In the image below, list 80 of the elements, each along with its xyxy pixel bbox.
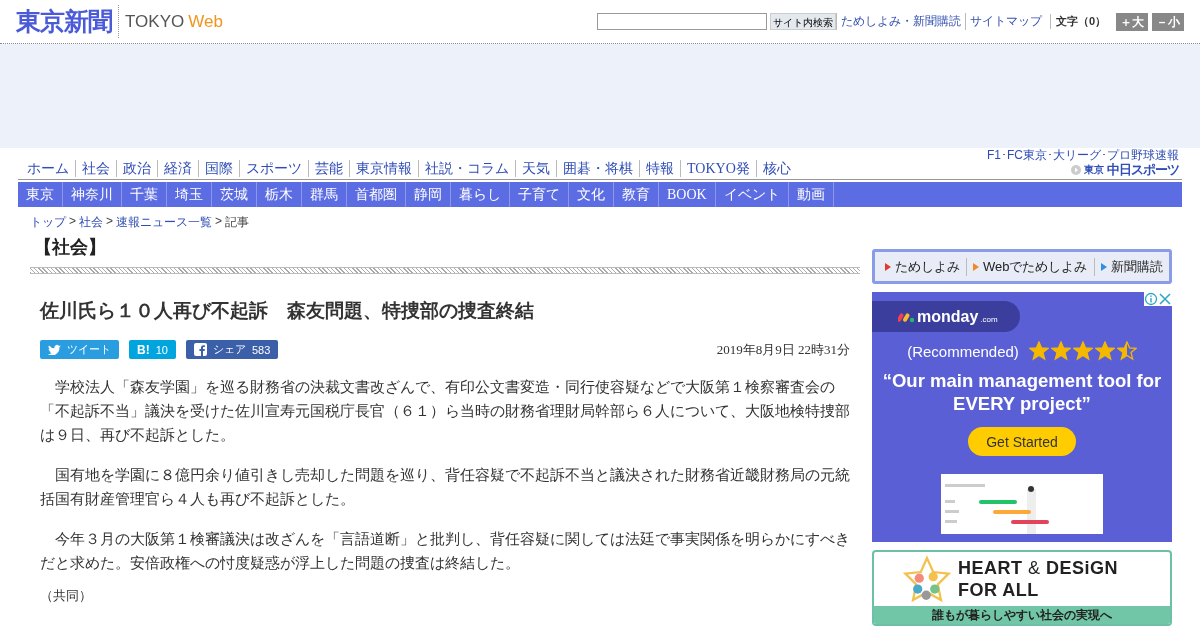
close-icon (1158, 292, 1172, 306)
region-tab[interactable]: 神奈川 (63, 182, 122, 207)
nav-link[interactable]: TOKYO発 (681, 160, 757, 177)
share-button[interactable]: シェア 583 (185, 340, 279, 359)
article-credit: （共同） (40, 587, 93, 605)
star-icon (1116, 341, 1137, 361)
region-tab[interactable]: 栃木 (257, 182, 302, 207)
ad-text: (Recommended) (907, 342, 1019, 360)
header-link[interactable]: サイトマップ (964, 13, 1046, 30)
region-tab[interactable]: 千葉 (122, 182, 167, 207)
bird-icon (48, 344, 61, 355)
nav-link[interactable]: 政治 (117, 160, 158, 177)
subscribe-link[interactable]: ためしよみ (879, 257, 967, 276)
nav-link[interactable]: 特報 (640, 160, 681, 177)
region-tab[interactable]: 暮らし (451, 182, 510, 207)
region-tab[interactable]: 動画 (788, 182, 834, 207)
region-tab[interactable]: 静岡 (406, 182, 451, 207)
font-size-label: 文字（0） (1049, 14, 1106, 29)
flower-logo-icon (902, 555, 952, 603)
logo-subtext: TOKYO (125, 11, 185, 32)
breadcrumb-current: 記事 (225, 214, 250, 231)
ad-headline: “Our main management tool for EVERY project” (881, 369, 1163, 415)
region-tab[interactable]: 埼玉 (167, 182, 212, 207)
font-size-button[interactable]: ＋大 (1116, 12, 1148, 31)
nav-link[interactable]: 天気 (516, 160, 557, 177)
info-icon (1144, 292, 1158, 306)
nav-link[interactable]: 東京情報 (350, 160, 419, 177)
subscribe-link[interactable]: 新聞購読 (1094, 257, 1169, 276)
font-size-button[interactable]: －小 (1152, 12, 1184, 31)
breadcrumb-separator: > (215, 214, 223, 230)
breadcrumb-link[interactable]: 社会 (79, 214, 103, 231)
article-date: 2019年8月9日 22時31分 (716, 340, 850, 359)
sports-link-text[interactable]: F1･FC東京･大リーグ･プロ野球速報 (987, 148, 1179, 162)
article-paragraph: 今年３月の大阪第１検審議決は改ざんを「言語道断」と批判し、背任容疑に関しては法廷で事実関係を明らかにすべきだと求めた。安倍政権への忖度疑惑が浮上した問題の捜査は終結した。 (40, 529, 850, 573)
star-icon (1028, 341, 1049, 361)
article-headline: 佐川氏ら１０人再び不起訴 森友問題、特捜部の捜査終結 (40, 299, 535, 323)
region-tab[interactable]: 東京 (18, 182, 63, 207)
get-started-button[interactable]: Get Started (968, 427, 1076, 456)
region-tab[interactable]: 教育 (614, 182, 659, 207)
nav-link[interactable]: 核心 (756, 160, 797, 177)
star-icon (1072, 341, 1093, 361)
search-field[interactable] (596, 13, 767, 30)
nav-link[interactable]: 芸能 (309, 160, 350, 177)
region-tab[interactable]: イベント (715, 182, 789, 207)
breadcrumb-separator: > (106, 214, 114, 230)
star-icon (1094, 341, 1115, 361)
region-tab[interactable]: BOOK (659, 182, 716, 207)
region-tab[interactable]: 文化 (569, 182, 614, 207)
breadcrumb-link[interactable]: トップ (30, 214, 66, 231)
star-icon (1050, 341, 1071, 361)
article-paragraph: 国有地を学園に８億円余り値引きし売却した問題を巡り、背任容疑で不起訴不当と議決された財務省近畿財務局の元統括国有財産管理官ら４人も再び不起訴とした。 (40, 465, 850, 509)
breadcrumb-separator: > (69, 214, 76, 230)
section-heading: 【社会】 (33, 236, 107, 259)
search-button[interactable]: サイト内検索 (769, 13, 836, 30)
banner-caption: 誰もが暮らしやすい社会の実現へ (874, 606, 1170, 624)
logo-subtext: Web (188, 11, 223, 32)
nav-link[interactable]: スポーツ (240, 160, 309, 177)
nav-link[interactable]: 囲碁・将棋 (557, 160, 640, 177)
region-tab[interactable]: 子育て (510, 182, 569, 207)
brand-suffix: .com (980, 314, 998, 324)
banner-title: FOR ALL (958, 579, 1040, 601)
brand-logo-icon (898, 310, 915, 323)
region-tab[interactable]: 群馬 (302, 182, 347, 207)
brand-name: monday (917, 307, 979, 326)
header-link[interactable]: ためしよみ・新聞購読 (835, 13, 965, 30)
facebook-icon (193, 343, 207, 356)
nav-link[interactable]: 経済 (158, 160, 199, 177)
region-tab[interactable]: 茨城 (212, 182, 257, 207)
region-tab[interactable]: 首都圏 (347, 182, 406, 207)
nav-link[interactable]: ホーム (20, 160, 76, 177)
breadcrumb-link[interactable]: 速報ニュース一覧 (116, 214, 213, 231)
logo-text[interactable]: 東京新聞 (16, 5, 119, 38)
article-paragraph: 学校法人「森友学園」を巡る財務省の決裁文書改ざんで、有印公文書変造・同行使容疑などで大阪第１検察審査会の「不起訴不当」議決を受けた佐川宣寿元国税庁長官（６１）ら当時の財務省理財局幹部ら６人について、大阪地検特捜部は９日、再び不起訴とした。 (40, 377, 850, 445)
subscribe-link[interactable]: Webでためしよみ (967, 257, 1095, 276)
nav-link[interactable]: 社会 (76, 160, 117, 177)
sports-logo[interactable]: 中日スポーツ (1107, 162, 1179, 177)
nav-link[interactable]: 社説・コラム (419, 160, 516, 177)
brand-text[interactable]: 東京 (1084, 162, 1104, 177)
banner-title: HEART & DESiGN (958, 557, 1119, 579)
nav-link[interactable]: 国際 (199, 160, 240, 177)
